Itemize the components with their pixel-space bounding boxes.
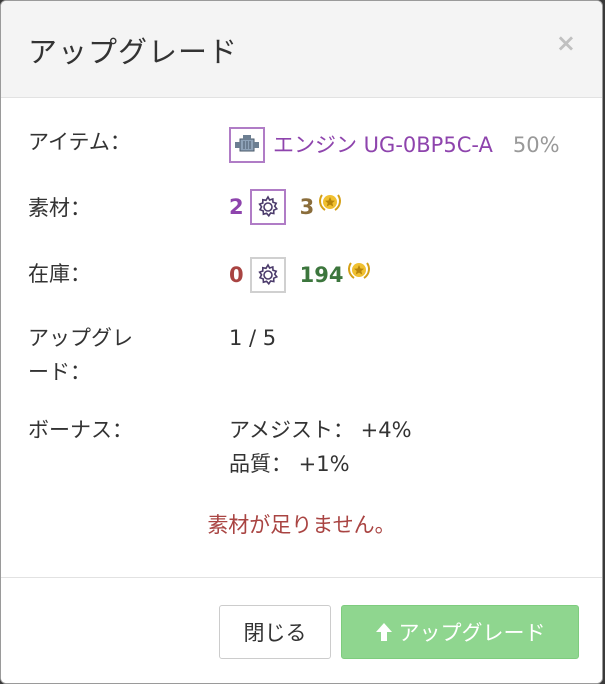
bonus-label: ボーナス： <box>28 418 133 442</box>
upgrade-button-label: アップグレード <box>398 621 546 645</box>
upgrade-level: 1 / 5 <box>229 326 277 350</box>
modal-title: アップグレード <box>28 35 239 69</box>
material-label: 素材： <box>28 196 91 220</box>
item-label: アイテム： <box>28 130 131 154</box>
close-button[interactable]: 閉じる <box>219 605 331 659</box>
item-percent: 50% <box>512 133 560 157</box>
item-name-link[interactable]: エンジン UG-0BP5C-A <box>273 128 493 162</box>
modal-footer: 閉じる アップグレード <box>1 577 602 683</box>
stock-label: 在庫： <box>28 262 91 286</box>
stock-gear-count: 0 <box>229 263 244 287</box>
material-star-count: 3 <box>299 195 315 219</box>
upgrade-button[interactable]: アップグレード <box>341 605 579 659</box>
upgrade-label-line1: アップグレ <box>28 326 133 350</box>
item-value: エンジン UG-0BP5C-A 50% <box>229 127 560 163</box>
upgrade-modal: アップグレード × アイテム： エンジン UG-0BP5C-A 50% 素材： … <box>0 0 603 684</box>
close-x-button[interactable]: × <box>556 29 576 57</box>
modal-header: アップグレード × <box>1 1 602 98</box>
stock-value: 0 194 <box>229 257 372 293</box>
upgrade-label-line2: ード： <box>28 360 91 384</box>
material-gear-count: 2 <box>229 195 244 219</box>
material-value: 2 3 <box>229 189 343 225</box>
bonus-value: アメジスト： +4% 品質： +1% <box>229 413 412 481</box>
stock-star-count: 194 <box>299 263 344 287</box>
gear-icon <box>249 257 286 293</box>
gear-icon <box>249 189 286 225</box>
engine-icon <box>229 127 265 163</box>
star-medal-icon <box>317 190 343 224</box>
arrow-up-icon <box>375 623 392 641</box>
insufficient-materials-message: 素材が足りません。 <box>207 513 396 537</box>
star-medal-icon <box>346 258 372 292</box>
bonus-amethyst: アメジスト： +4% <box>229 418 412 442</box>
bonus-quality: 品質： +1% <box>229 452 350 476</box>
upgrade-label: アップグレ ード： <box>28 321 208 389</box>
